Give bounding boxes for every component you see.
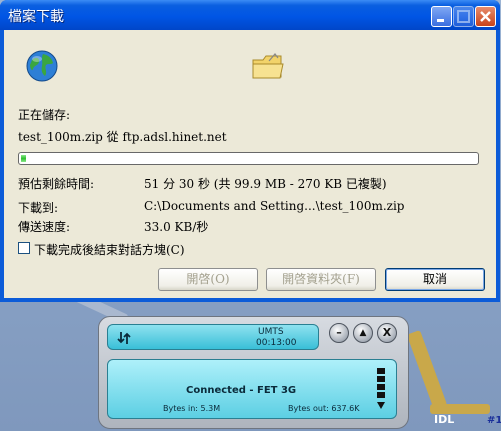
connection-status: Connected - FET 3G [186,385,297,396]
source-text: test_100m.zip 從 ftp.adsl.hinet.net [18,130,227,144]
bytes-in: Bytes in: 5.3M [163,404,221,413]
transfer-arrows-icon [117,332,131,344]
remaining-time-value: 51 分 30 秒 (共 99.9 MB - 270 KB 已複製) [144,177,387,191]
dialog-body: 正在儲存: test_100m.zip 從 ftp.adsl.hinet.net… [4,30,496,298]
progress-fill [21,155,26,162]
map-label-idl: IDL [434,413,455,426]
open-button[interactable]: 開啓(O) [158,268,258,291]
speed-label: 傳送速度: [18,220,71,234]
open-folder-button[interactable]: 開啓資料夾(F) [266,268,376,291]
folder-icon [252,53,284,79]
dialer-info-panel: UMTS 00:13:00 [107,324,319,350]
remaining-time-label: 預估剩餘時間: [18,177,95,191]
dialer-status-panel: Connected - FET 3G Bytes in: 5.3M Bytes … [107,359,397,419]
close-when-done-checkbox[interactable] [18,242,30,254]
map-label-right: #1 [487,415,501,426]
map-road [406,330,448,410]
download-progress-bar [18,152,479,165]
bytes-out: Bytes out: 637.6K [288,404,360,413]
globe-icon [26,50,58,82]
saving-label: 正在儲存: [18,108,71,122]
close-button[interactable] [475,6,496,27]
signal-strength-icon [377,368,385,409]
dialer-minimize-button[interactable]: – [329,323,349,343]
title-bar[interactable]: 檔案下載 [0,0,500,30]
maximize-button[interactable] [453,6,474,27]
file-download-dialog: 檔案下載 正在儲存: test_100m.zip 從 ftp.adsl.hine… [0,0,500,302]
cancel-button[interactable]: 取消 [385,268,485,291]
minimize-icon [437,19,444,22]
speed-value: 33.0 KB/秒 [144,220,209,234]
minimize-button[interactable] [431,6,452,27]
network-type: UMTS [258,327,284,337]
elapsed-time: 00:13:00 [256,338,297,348]
dialer-eject-button[interactable]: ▲ [353,323,373,343]
dialer-close-button[interactable]: X [377,323,397,343]
maximize-icon [457,10,470,23]
window-title: 檔案下載 [8,9,64,25]
dialer-widget: UMTS 00:13:00 – ▲ X Connected - FET 3G B… [98,316,409,429]
close-when-done-label[interactable]: 下載完成後結束對話方塊(C) [34,241,185,258]
download-to-value: C:\Documents and Setting...\test_100m.zi… [144,199,405,213]
close-icon [480,11,491,22]
download-to-label: 下載到: [18,201,59,215]
